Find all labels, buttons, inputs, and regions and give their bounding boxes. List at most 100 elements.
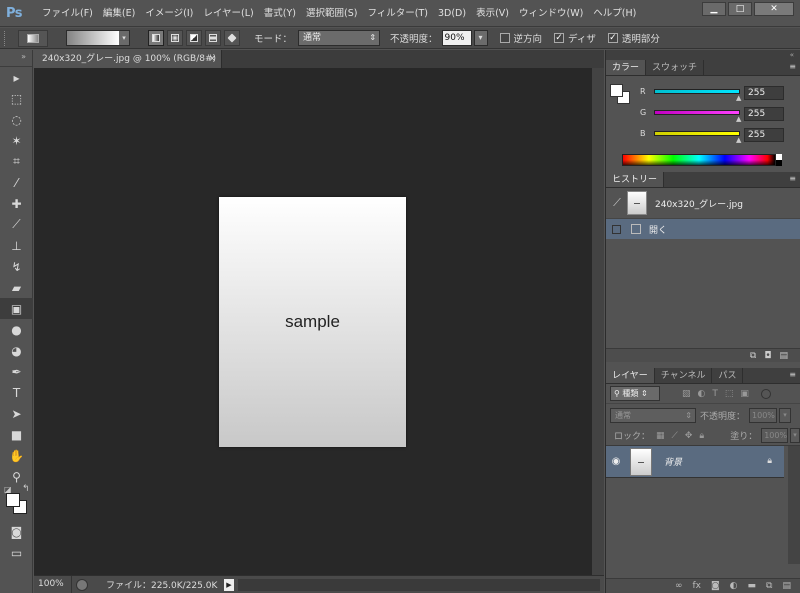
menu-item[interactable]: イメージ(I) — [140, 0, 198, 27]
checkbox-box[interactable]: ✓ — [607, 33, 618, 43]
lasso-icon[interactable]: ◌ — [0, 109, 33, 130]
fill-input[interactable]: 100% — [761, 428, 789, 443]
minimize-button[interactable]: ▁ — [702, 2, 726, 16]
lock-transparent-icon[interactable]: ▦ — [656, 431, 665, 441]
lock-position-icon[interactable]: ✥ — [685, 431, 693, 441]
zoom-field[interactable]: 100% — [34, 575, 72, 593]
shape-filter-icon[interactable]: ⬚ — [725, 389, 734, 399]
close-tab-icon[interactable]: × — [208, 50, 216, 68]
tab-swatches[interactable]: スウォッチ — [646, 60, 705, 75]
filter-toggle[interactable] — [760, 388, 771, 399]
gradient-icon[interactable]: ▣ — [0, 298, 33, 319]
layer-row[interactable]: ◉ 背景 🔒︎ — [606, 446, 784, 478]
tab-color[interactable]: カラー — [606, 60, 647, 75]
green-slider[interactable] — [654, 110, 740, 115]
move-icon[interactable]: ▸ — [0, 67, 33, 88]
blend-mode-select[interactable]: 通常 ⇕ — [610, 407, 696, 423]
reverse-checkbox[interactable]: 逆方向 — [499, 31, 542, 45]
slider-knob-icon[interactable]: ▲ — [736, 136, 741, 144]
document-tab[interactable]: 240x320_グレー.jpg @ 100% (RGB/8#) × — [34, 50, 222, 68]
quick-mask-icon[interactable]: ◙ — [0, 521, 33, 542]
diamond-gradient-button[interactable] — [224, 30, 240, 46]
clone-stamp-icon[interactable]: ⊥ — [0, 235, 33, 256]
pixel-filter-icon[interactable]: ▧ — [682, 389, 691, 399]
menu-item[interactable]: 選択範囲(S) — [301, 0, 362, 27]
opacity-input[interactable]: 90% — [441, 30, 472, 46]
vertical-scrollbar[interactable] — [592, 68, 604, 575]
history-snapshot[interactable]: ⟋ 240x320_グレー.jpg — [606, 188, 800, 219]
radial-gradient-button[interactable] — [167, 30, 183, 46]
tab-channels[interactable]: チャンネル — [655, 368, 713, 383]
tool-preset-picker[interactable] — [18, 29, 48, 47]
tab-history[interactable]: ヒストリー — [606, 172, 665, 187]
checkbox-box[interactable] — [499, 33, 510, 43]
dither-checkbox[interactable]: ✓ ディザ — [554, 31, 596, 45]
adjustment-filter-icon[interactable]: ◐ — [698, 389, 706, 399]
panel-dock-strip[interactable]: « — [606, 50, 800, 60]
camera-icon[interactable]: ◘ — [764, 351, 771, 361]
panel-menu-icon[interactable]: ≡ — [789, 62, 796, 71]
trash-icon[interactable]: ▤ — [782, 581, 791, 591]
foreground-color-swatch[interactable] — [610, 84, 623, 97]
history-brush-source-icon[interactable]: ⟋ — [609, 196, 625, 210]
slider-knob-icon[interactable]: ▲ — [736, 115, 741, 123]
hand-icon[interactable]: ✋ — [0, 445, 33, 466]
menu-item[interactable]: 編集(E) — [98, 0, 140, 27]
tab-layers[interactable]: レイヤー — [606, 368, 655, 383]
chevron-down-icon[interactable]: ▾ — [790, 428, 800, 443]
layers-scrollbar[interactable] — [788, 446, 800, 564]
menu-item[interactable]: レイヤー(L) — [198, 0, 258, 27]
new-document-from-state-icon[interactable]: ⧉ — [750, 351, 756, 361]
eyedropper-icon[interactable]: ⁄ — [0, 172, 33, 193]
status-menu-arrow-icon[interactable]: ▶ — [224, 579, 234, 591]
collapse-icon[interactable]: « — [790, 51, 794, 59]
angle-gradient-button[interactable] — [186, 30, 202, 46]
screen-mode-icon[interactable]: ▭ — [0, 542, 33, 563]
healing-brush-icon[interactable]: ✚ — [0, 193, 33, 214]
red-slider[interactable] — [654, 89, 740, 94]
swap-colors-icon[interactable]: ↰ — [22, 484, 30, 494]
maximize-button[interactable]: □ — [728, 2, 752, 16]
brush-icon[interactable]: ⟋ — [0, 214, 33, 235]
path-selection-icon[interactable]: ➤ — [0, 403, 33, 424]
options-bar-grip[interactable] — [4, 30, 10, 46]
crop-icon[interactable]: ⌗ — [0, 151, 33, 172]
panel-menu-icon[interactable]: ≡ — [789, 174, 796, 183]
adjustment-layer-icon[interactable]: ◐ — [730, 581, 738, 591]
group-folder-icon[interactable]: ▬ — [748, 581, 757, 591]
type-filter-icon[interactable]: T — [712, 389, 718, 399]
checkbox-box[interactable]: ✓ — [554, 33, 565, 43]
red-value-input[interactable]: 255 — [744, 86, 784, 100]
menu-item[interactable]: フィルター(T) — [362, 0, 433, 27]
transparency-checkbox[interactable]: ✓ 透明部分 — [607, 31, 660, 45]
opacity-dropdown-button[interactable]: ▾ — [473, 30, 488, 46]
history-checkbox[interactable] — [612, 224, 621, 234]
layer-filter-select[interactable]: ⚲ 種類 ⇕ — [610, 386, 660, 401]
magic-wand-icon[interactable]: ✶ — [0, 130, 33, 151]
blur-icon[interactable]: ● — [0, 319, 33, 340]
add-mask-icon[interactable]: ◙ — [711, 581, 720, 591]
chevron-down-icon[interactable]: ▾ — [119, 31, 129, 45]
fx-icon[interactable]: fx — [692, 581, 701, 591]
marquee-icon[interactable]: ⬚ — [0, 88, 33, 109]
photoshop-logo[interactable]: Ps — [0, 0, 28, 27]
menu-item[interactable]: 3D(D) — [433, 0, 471, 27]
collapse-icon[interactable]: » — [21, 52, 26, 61]
rectangle-shape-icon[interactable]: ■ — [0, 424, 33, 445]
mode-select[interactable]: 通常 ⇕ — [298, 30, 381, 46]
type-icon[interactable]: T — [0, 382, 33, 403]
close-button[interactable]: ✕ — [754, 2, 794, 16]
canvas-area[interactable]: sample — [34, 68, 592, 575]
eye-icon[interactable]: ◉ — [606, 456, 626, 467]
new-layer-icon[interactable]: ⧉ — [766, 581, 772, 591]
gradient-picker[interactable]: ▾ — [66, 30, 130, 46]
panel-menu-icon[interactable]: ≡ — [789, 370, 796, 379]
status-info-icon[interactable] — [76, 578, 88, 591]
lock-all-icon[interactable]: 🔒︎ — [699, 431, 704, 441]
menu-item[interactable]: ウィンドウ(W) — [514, 0, 588, 27]
pen-icon[interactable]: ✒ — [0, 361, 33, 382]
link-icon[interactable]: ∞ — [675, 581, 683, 591]
chevron-down-icon[interactable]: ▾ — [779, 407, 792, 423]
blue-value-input[interactable]: 255 — [744, 128, 784, 142]
tab-paths[interactable]: パス — [712, 368, 744, 383]
